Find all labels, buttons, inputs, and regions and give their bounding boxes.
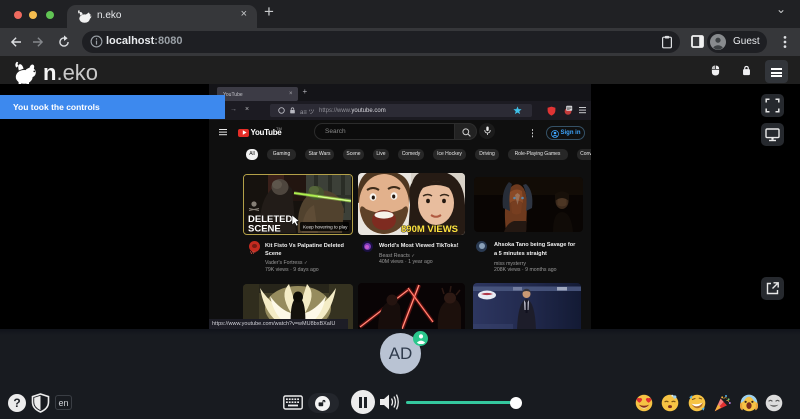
svg-text:Keep hovering to play: Keep hovering to play <box>303 225 348 230</box>
svg-text:SCENE: SCENE <box>248 224 281 234</box>
svg-text:890M VIEWS: 890M VIEWS <box>401 224 458 235</box>
